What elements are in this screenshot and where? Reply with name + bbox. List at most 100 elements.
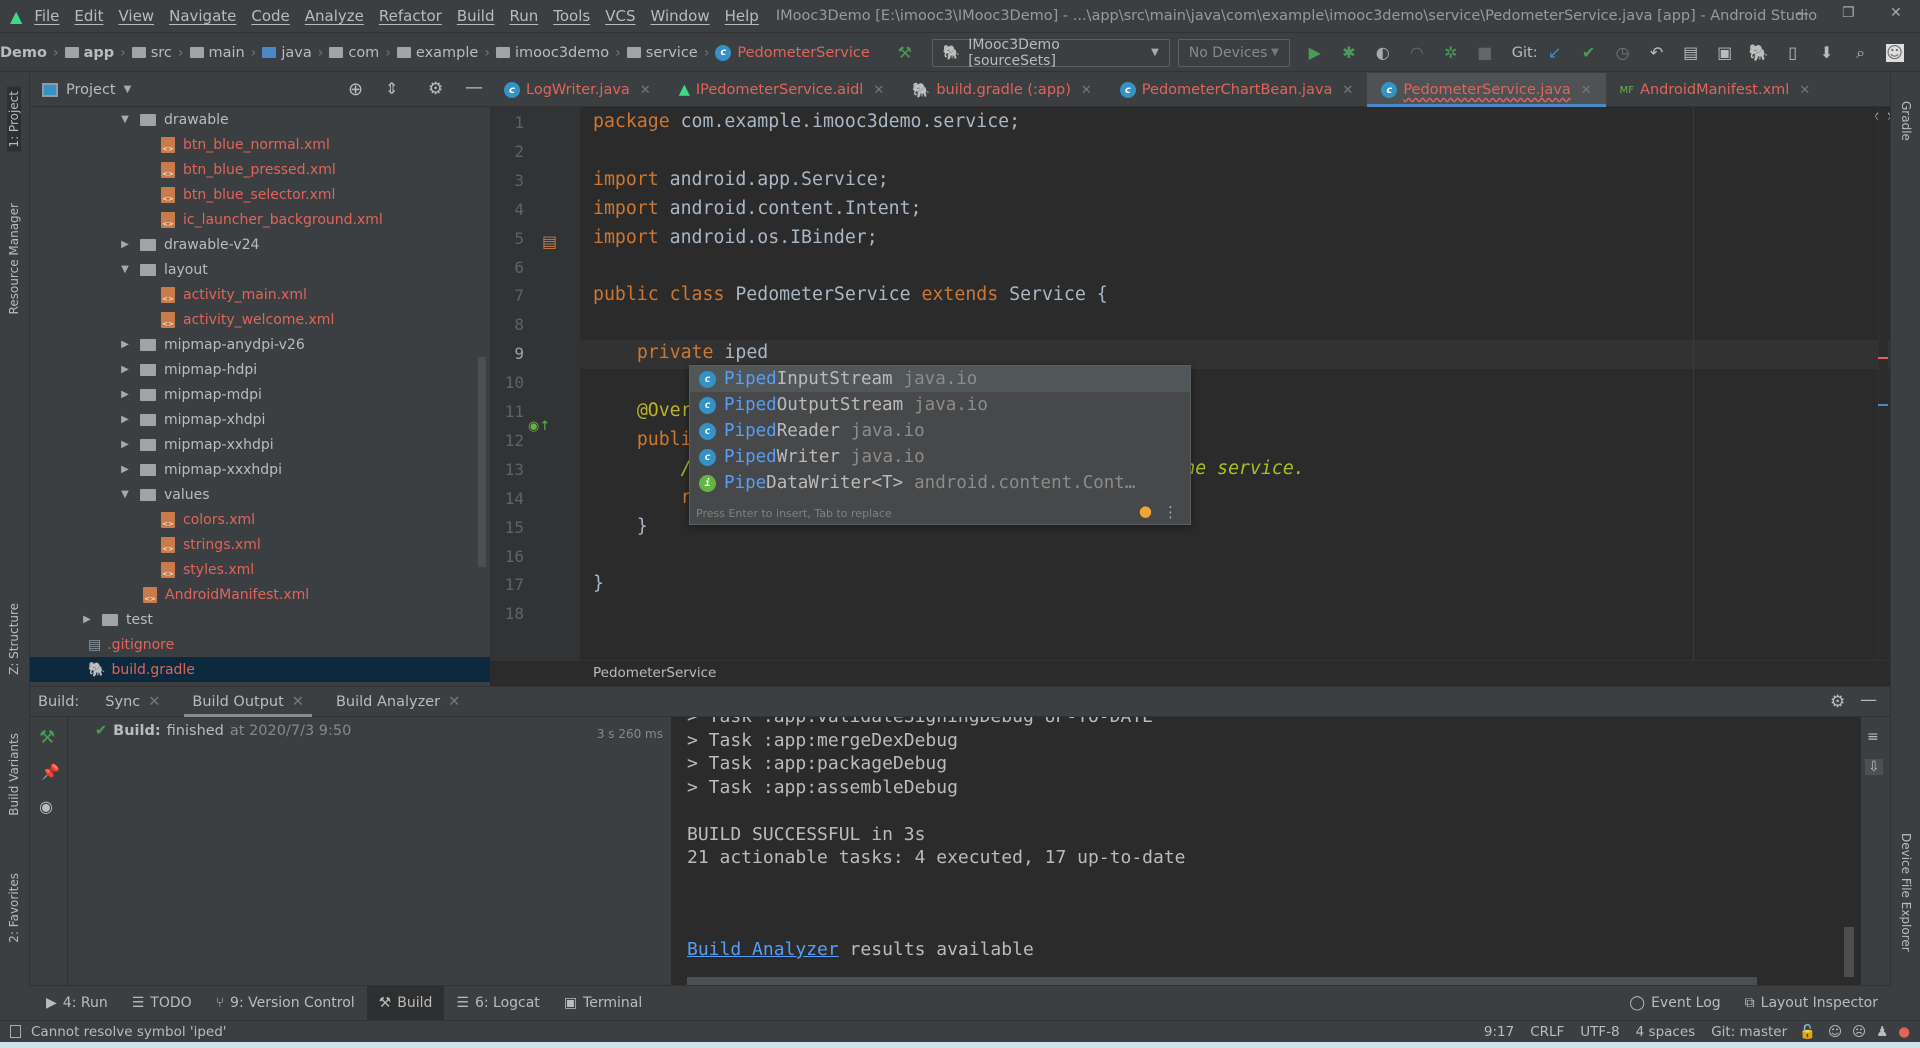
project-structure-icon[interactable]: ▤ bbox=[1682, 43, 1700, 62]
tree-item[interactable]: ▼ drawable bbox=[30, 107, 490, 132]
breadcrumb-src[interactable]: src bbox=[131, 45, 172, 61]
tool-version-control[interactable]: ⑂ 9: Version Control bbox=[204, 986, 367, 1020]
tree-item[interactable]: ▼ layout bbox=[30, 257, 490, 282]
feedback-happy-icon[interactable]: ☺ bbox=[1828, 1024, 1842, 1040]
breadcrumb-example[interactable]: example bbox=[396, 45, 478, 61]
tool-favorites[interactable]: 2: Favorites bbox=[7, 873, 21, 943]
make-project-hammer-icon[interactable]: ⚒ bbox=[896, 43, 914, 62]
collapse-arrow-right-icon[interactable]: ▶ bbox=[118, 239, 132, 250]
avd-manager-icon[interactable]: ▣ bbox=[1716, 43, 1734, 62]
expand-arrow-down-icon[interactable]: ▼ bbox=[118, 489, 132, 500]
completion-item[interactable]: c Piped InputStream java.io bbox=[690, 366, 1190, 392]
tool-project[interactable]: 1: Project bbox=[7, 87, 21, 152]
breadcrumb-imooc3demo[interactable]: imooc3demo bbox=[495, 45, 609, 61]
collapse-arrow-right-icon[interactable]: ▶ bbox=[80, 614, 94, 625]
completion-item[interactable]: c Piped Reader java.io bbox=[690, 418, 1190, 444]
editor-tab[interactable]: c PedometerChartBean.java ✕ bbox=[1106, 73, 1368, 107]
menu-help[interactable]: Help bbox=[725, 7, 759, 25]
expand-arrow-down-icon[interactable]: ▼ bbox=[118, 114, 132, 125]
menu-run[interactable]: Run bbox=[509, 7, 538, 25]
tree-item[interactable]: ▶ drawable-v24 bbox=[30, 232, 490, 257]
hide-panel-icon[interactable]: — bbox=[1860, 690, 1877, 710]
menu-analyze[interactable]: Analyze bbox=[305, 7, 364, 25]
tree-item[interactable]: <> btn_blue_pressed.xml bbox=[30, 157, 490, 182]
tree-item[interactable]: <> colors.xml bbox=[30, 507, 490, 532]
tool-logcat[interactable]: ☰ 6: Logcat bbox=[444, 986, 551, 1020]
tab-build-analyzer[interactable]: Build Analyzer ✕ bbox=[320, 687, 476, 717]
line-separator[interactable]: CRLF bbox=[1530, 1024, 1564, 1040]
device-select[interactable]: No Devices ▼ bbox=[1177, 38, 1290, 67]
tree-item[interactable]: ▶ mipmap-anydpi-v26 bbox=[30, 332, 490, 357]
menu-refactor[interactable]: Refactor bbox=[379, 7, 442, 25]
tool-run[interactable]: ▶ 4: Run bbox=[34, 986, 120, 1020]
close-window-button[interactable]: ✕ bbox=[1890, 5, 1902, 21]
menu-tools[interactable]: Tools bbox=[553, 7, 590, 25]
git-history-clock-icon[interactable]: ◷ bbox=[1614, 43, 1632, 62]
close-icon[interactable]: ✕ bbox=[873, 83, 884, 98]
breadcrumb-class[interactable]: c PedometerService bbox=[715, 44, 870, 61]
project-tree-scrollbar[interactable] bbox=[478, 357, 486, 567]
git-update-icon[interactable]: ↙ bbox=[1546, 43, 1564, 62]
tool-todo[interactable]: ☰ TODO bbox=[120, 986, 204, 1020]
profile-icon[interactable]: ◠ bbox=[1408, 43, 1426, 62]
collapse-all-icon[interactable]: ⇕ bbox=[385, 79, 398, 98]
breadcrumb-com[interactable]: com bbox=[329, 45, 379, 61]
menu-file[interactable]: File bbox=[34, 7, 59, 25]
editor-tab[interactable]: c LogWriter.java ✕ bbox=[490, 73, 665, 107]
tree-item[interactable]: <> btn_blue_selector.xml bbox=[30, 182, 490, 207]
console-vertical-scrollbar[interactable] bbox=[1844, 927, 1854, 977]
run-configuration-select[interactable]: 🐘 IMooc3Demo [sourceSets] ▼ bbox=[931, 37, 1170, 69]
tool-resource-manager[interactable]: Resource Manager bbox=[7, 203, 21, 314]
completion-item[interactable]: i Pipe DataWriter<T> android.content.Cont… bbox=[690, 470, 1190, 496]
close-icon[interactable]: ✕ bbox=[448, 694, 460, 710]
tree-item[interactable]: <> strings.xml bbox=[30, 532, 490, 557]
build-console[interactable]: > Task :app:validateSigningDebug UP-TO-D… bbox=[671, 717, 1861, 985]
restore-button[interactable]: ❐ bbox=[1842, 5, 1855, 21]
tab-sync[interactable]: Sync ✕ bbox=[89, 687, 176, 717]
tree-item[interactable]: ▶ mipmap-mdpi bbox=[30, 382, 490, 407]
expand-arrow-down-icon[interactable]: ▼ bbox=[118, 264, 132, 275]
device-manager-icon[interactable]: ▯ bbox=[1784, 43, 1802, 62]
build-status-row[interactable]: ✔ Build: finished at 2020/7/3 9:50 bbox=[95, 723, 351, 739]
git-commit-check-icon[interactable]: ✔ bbox=[1580, 43, 1598, 62]
tree-item[interactable]: ▼ values bbox=[30, 482, 490, 507]
collapse-arrow-right-icon[interactable]: ▶ bbox=[118, 389, 132, 400]
rollback-icon[interactable]: ↶ bbox=[1648, 43, 1666, 62]
editor-scrollbar[interactable] bbox=[1878, 107, 1888, 660]
menu-window[interactable]: Window bbox=[650, 7, 709, 25]
tool-gradle[interactable]: Gradle bbox=[1899, 101, 1913, 141]
tool-build[interactable]: ⚒ Build bbox=[366, 986, 445, 1020]
error-notification-icon[interactable]: ● bbox=[1898, 1024, 1910, 1040]
breadcrumb-project[interactable]: Demo bbox=[0, 45, 47, 61]
caret-position[interactable]: 9:17 bbox=[1484, 1024, 1514, 1040]
breadcrumb-java[interactable]: java bbox=[262, 45, 312, 61]
more-options-icon[interactable]: ⋮ bbox=[1163, 503, 1178, 521]
indent-setting[interactable]: 4 spaces bbox=[1636, 1024, 1696, 1040]
collapse-arrow-right-icon[interactable]: ▶ bbox=[118, 339, 132, 350]
tool-structure[interactable]: Z: Structure bbox=[7, 603, 21, 675]
breadcrumb-main[interactable]: main bbox=[189, 45, 245, 61]
lock-icon[interactable]: 🔓 bbox=[1799, 1024, 1816, 1040]
menu-edit[interactable]: Edit bbox=[74, 7, 103, 25]
close-icon[interactable]: ✕ bbox=[1081, 83, 1092, 98]
tree-item[interactable]: 🐘 build.gradle bbox=[30, 657, 490, 682]
tree-item[interactable]: <> btn_blue_normal.xml bbox=[30, 132, 490, 157]
attach-debugger-icon[interactable]: ✲ bbox=[1442, 43, 1460, 62]
close-icon[interactable]: ✕ bbox=[292, 694, 304, 710]
close-icon[interactable]: ✕ bbox=[1799, 83, 1810, 98]
lightbulb-icon[interactable]: ● bbox=[1139, 502, 1152, 520]
build-hammer-icon[interactable]: ⚒ bbox=[39, 727, 55, 748]
search-icon[interactable]: ⌕ bbox=[1852, 43, 1870, 62]
close-icon[interactable]: ✕ bbox=[148, 694, 160, 710]
git-branch[interactable]: Git: master bbox=[1711, 1024, 1787, 1040]
close-icon[interactable]: ✕ bbox=[1342, 83, 1353, 98]
console-horizontal-scrollbar[interactable] bbox=[687, 977, 1757, 985]
override-method-gutter-icon[interactable]: ◉↑ bbox=[528, 419, 550, 434]
feedback-sad-icon[interactable]: ☹ bbox=[1852, 1024, 1866, 1040]
debug-bug-icon[interactable]: ✱ bbox=[1340, 43, 1358, 62]
menu-navigate[interactable]: Navigate bbox=[169, 7, 236, 25]
hide-panel-icon[interactable]: — bbox=[465, 77, 483, 98]
pin-icon[interactable]: 📌 bbox=[41, 763, 60, 781]
tree-item[interactable]: ▶ mipmap-hdpi bbox=[30, 357, 490, 382]
tree-item[interactable]: <> activity_welcome.xml bbox=[30, 307, 490, 332]
